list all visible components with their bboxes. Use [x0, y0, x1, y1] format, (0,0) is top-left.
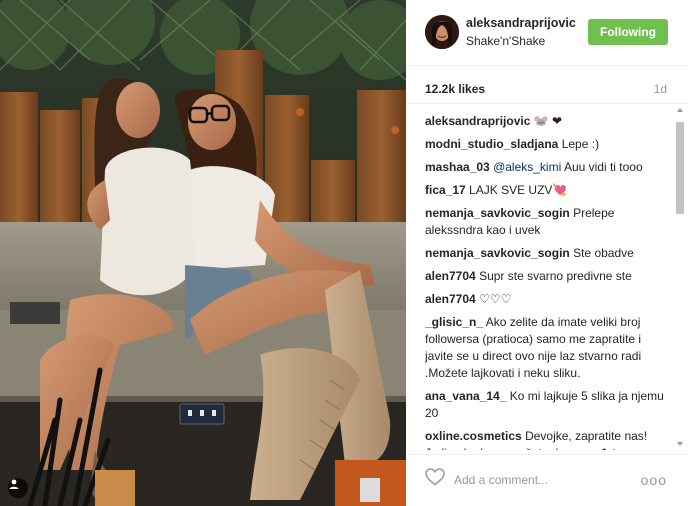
post-username[interactable]: aleksandraprijovic [466, 16, 576, 30]
comment-username[interactable]: fica_17 [425, 183, 466, 197]
comment-username[interactable]: aleksandraprijovic [425, 114, 530, 128]
post-header: aleksandraprijovic Shake'n'Shake Followi… [406, 0, 688, 66]
more-options-icon[interactable]: ooo [641, 473, 667, 487]
comment-username[interactable]: oxline.cosmetics [425, 429, 522, 443]
comment-item: fica_17 LAJK SVE UZV💘 [425, 182, 670, 199]
comment-text: ♡♡♡ [479, 292, 512, 306]
comment-username[interactable]: ana_vana_14_ [425, 389, 506, 403]
post-timestamp[interactable]: 1d [654, 82, 667, 96]
comment-text: Supr ste svarno predivne ste [479, 269, 632, 283]
person-tag-icon[interactable] [8, 478, 28, 498]
comment-item: oxline.cosmetics Devojke, zapratite nas!… [425, 428, 670, 450]
comment-username[interactable]: _glisic_n_ [425, 315, 483, 329]
comment-username[interactable]: nemanja_savkovic_sogin [425, 206, 570, 220]
heart-icon[interactable] [425, 468, 445, 489]
likes-row: 12.2k likes 1d [406, 66, 688, 104]
comment-username[interactable]: alen7704 [425, 292, 476, 306]
comment-text: LAJK SVE UZV💘 [469, 183, 568, 197]
scroll-down-arrow-icon[interactable] [677, 442, 683, 446]
following-button[interactable]: Following [588, 19, 668, 45]
likes-count[interactable]: 12.2k likes [425, 82, 485, 96]
add-comment-input[interactable] [454, 470, 634, 490]
comment-text: Ste obadve [573, 246, 634, 260]
photo-illustration [0, 0, 406, 506]
comment-item: nemanja_savkovic_sogin Prelepe alekssndr… [425, 205, 670, 239]
post-location[interactable]: Shake'n'Shake [466, 34, 545, 48]
comment-text: Auu vidi ti tooo [563, 160, 643, 174]
post-photo[interactable] [0, 0, 406, 506]
comment-list: aleksandraprijovic 🐭 ❤ modni_studio_slad… [425, 104, 670, 450]
instagram-post-modal: aleksandraprijovic Shake'n'Shake Followi… [0, 0, 688, 506]
scroll-up-arrow-icon[interactable] [677, 108, 683, 112]
comment-item: aleksandraprijovic 🐭 ❤ [425, 113, 670, 130]
post-side-panel: aleksandraprijovic Shake'n'Shake Followi… [406, 0, 688, 506]
comment-username[interactable]: modni_studio_sladjana [425, 137, 558, 151]
comment-text: Lepe :) [561, 137, 600, 151]
comment-username[interactable]: alen7704 [425, 269, 476, 283]
comment-username[interactable]: mashaa_03 [425, 160, 490, 174]
comment-item: alen7704 Supr ste svarno predivne ste [425, 268, 670, 285]
comment-item: modni_studio_sladjana Lepe :) [425, 136, 670, 153]
comment-text: 🐭 ❤ [533, 114, 563, 128]
scrollbar-thumb[interactable] [676, 122, 684, 214]
comment-item: _glisic_n_ Ako zelite da imate veliki br… [425, 314, 670, 382]
comment-item: nemanja_savkovic_sogin Ste obadve [425, 245, 670, 262]
avatar[interactable] [425, 15, 459, 49]
comment-item: mashaa_03 @aleks_kimi Auu vidi ti tooo [425, 159, 670, 176]
comment-item: alen7704 ♡♡♡ [425, 291, 670, 308]
comments-scrollbar[interactable] [675, 104, 685, 450]
comment-username[interactable]: nemanja_savkovic_sogin [425, 246, 570, 260]
comment-item: ana_vana_14_ Ko mi lajkuje 5 slika ja nj… [425, 388, 670, 422]
comment-footer: ooo [406, 454, 688, 506]
comment-mention[interactable]: @aleks_kimi [493, 160, 561, 174]
